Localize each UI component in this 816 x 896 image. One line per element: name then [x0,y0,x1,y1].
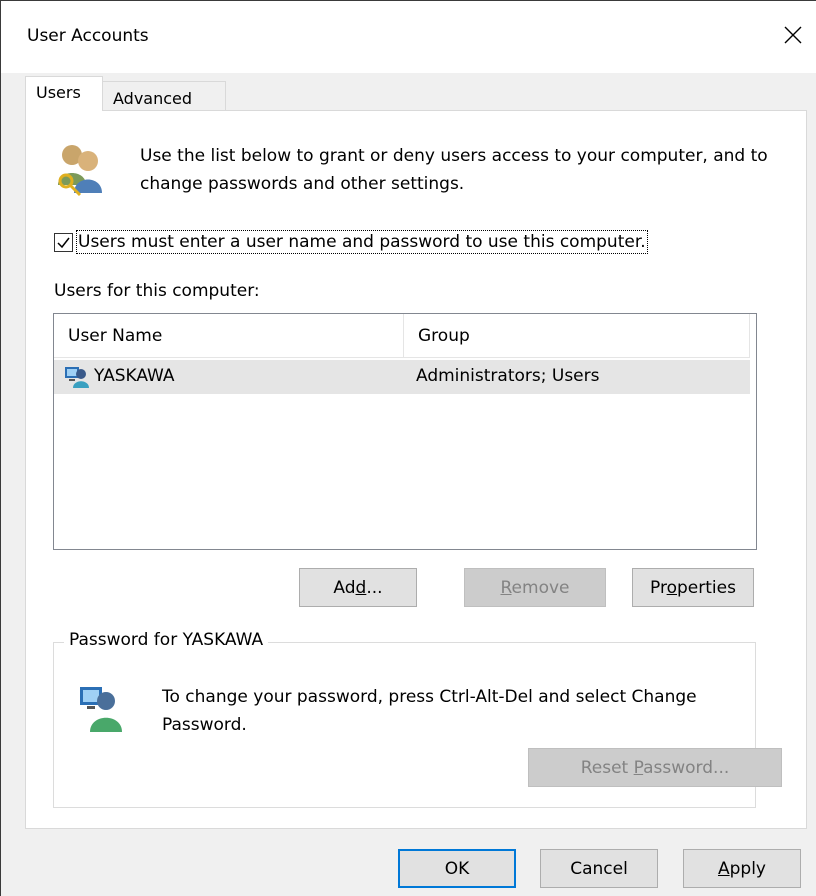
reset-password-button[interactable]: Reset Password... [528,748,782,787]
password-groupbox: Password for YASKAWA To change your pass… [53,630,782,808]
ok-button[interactable]: OK [398,849,516,888]
close-icon [784,26,802,44]
user-password-icon [78,683,124,738]
user-icon [64,365,90,394]
users-tab-panel: Use the list below to grant or deny user… [25,110,807,829]
column-group-label: Group [418,326,470,346]
row-group: Administrators; Users [416,366,600,386]
properties-button[interactable]: Properties [632,568,754,607]
row-user-name: YASKAWA [94,366,175,386]
ok-button-label: OK [444,858,470,879]
tab-users[interactable]: Users [25,76,103,111]
properties-button-label: Properties [650,577,736,598]
apply-button-label: Apply [717,858,766,879]
require-login-label[interactable]: Users must enter a user name and passwor… [76,230,648,254]
password-instructions: To change your password, press Ctrl-Alt-… [162,687,697,735]
window-title: User Accounts [27,26,149,46]
reset-password-button-label: Reset Password... [580,757,730,778]
tab-users-label: Users [36,83,81,102]
column-user-name[interactable]: User Name [54,314,404,358]
close-button[interactable] [770,15,816,55]
remove-button-label: Remove [500,577,570,598]
intro-text: Use the list below to grant or deny user… [140,146,768,194]
listview-header: User Name Group [54,314,750,358]
require-login-row: Users must enter a user name and passwor… [54,230,648,254]
users-keys-icon [54,141,106,202]
password-group-label: Password for YASKAWA [64,630,269,650]
tab-advanced-label: Advanced [113,89,193,108]
tab-advanced[interactable]: Advanced [102,81,226,110]
cancel-button[interactable]: Cancel [540,849,658,888]
apply-button[interactable]: Apply [683,849,801,888]
users-listview[interactable]: User Name Group YASKAWA Administrators; … [53,313,757,550]
cancel-button-label: Cancel [570,858,628,879]
title-bar[interactable]: User Accounts [1,1,816,73]
checkmark-icon [57,237,70,248]
remove-button[interactable]: Remove [464,568,606,607]
column-user-name-label: User Name [68,326,163,346]
add-button[interactable]: Add... [299,568,417,607]
users-list-title: Users for this computer: [54,281,260,301]
column-group[interactable]: Group [404,314,750,358]
require-login-checkbox[interactable] [54,232,73,252]
user-accounts-dialog: User Accounts Users Advanced Use the lis… [0,0,816,896]
table-row[interactable]: YASKAWA Administrators; Users [54,360,750,394]
add-button-label: Add... [333,577,383,598]
